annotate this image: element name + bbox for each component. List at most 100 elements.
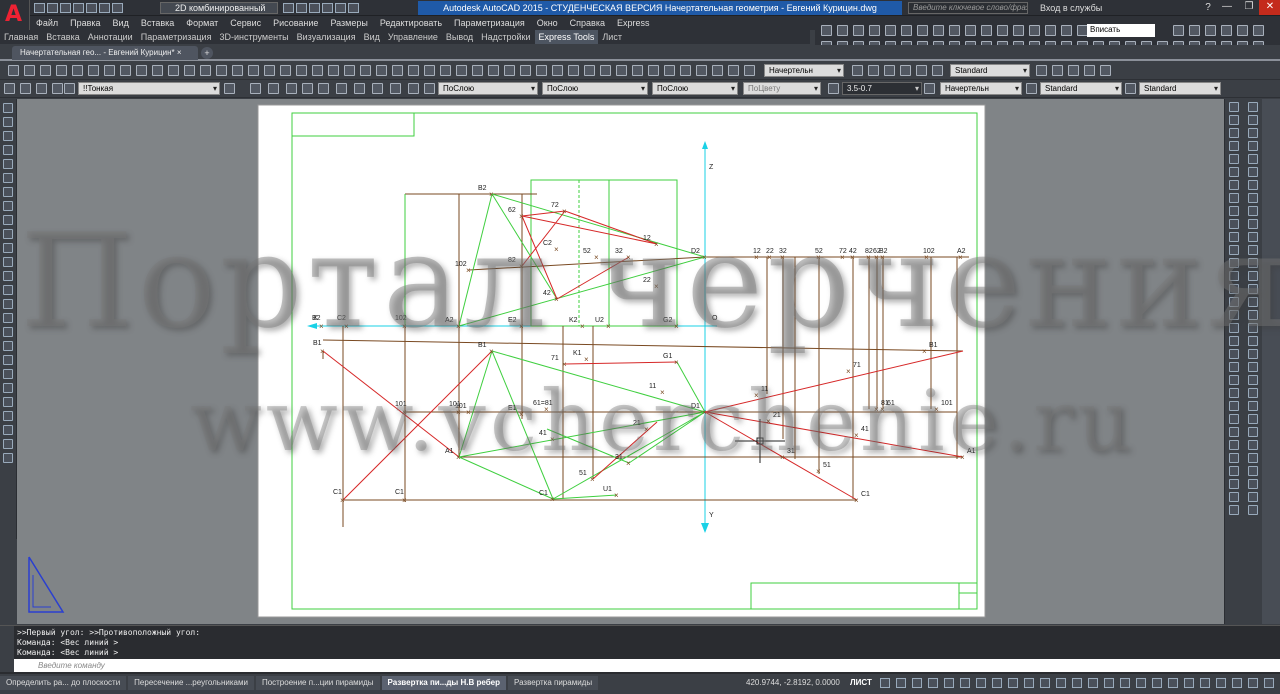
command-input[interactable]: Введите команду (14, 659, 1280, 672)
standard-tool-icon-38[interactable] (616, 65, 627, 76)
layer-tool-icon-19[interactable] (1026, 83, 1037, 94)
menu-item-9[interactable]: Параметризация (448, 16, 531, 30)
dim-tool-icon-1[interactable] (1248, 115, 1258, 125)
status-icon-21[interactable] (1216, 678, 1226, 688)
modify-tool-icon-31[interactable] (1229, 505, 1239, 515)
layer-tool-icon-5[interactable] (224, 83, 235, 94)
draw-tool-icon-17[interactable] (3, 341, 13, 351)
ribbon-tab-0[interactable]: Главная (0, 30, 42, 44)
view-tool-icon-0-4[interactable] (885, 25, 896, 36)
draw-tool-icon-25[interactable] (3, 453, 13, 463)
view-tool-icon-0-1[interactable] (837, 25, 848, 36)
layer-tool-icon-6[interactable] (250, 83, 261, 94)
dim-tool-icon-4[interactable] (1248, 154, 1258, 164)
modify-tool-icon-1[interactable] (1229, 115, 1239, 125)
ribbon-tab-11[interactable]: Лист (598, 30, 626, 44)
status-icon-5[interactable] (960, 678, 970, 688)
draw-tool-icon-15[interactable] (3, 313, 13, 323)
standard-tool-icon-4[interactable] (72, 65, 83, 76)
text-style-dropdown-2[interactable]: Начертельн (940, 82, 1022, 95)
standard-tool-icon-2[interactable] (40, 65, 51, 76)
close-tab-icon[interactable]: × (177, 48, 182, 57)
standard-tool-icon-42[interactable] (680, 65, 691, 76)
standard-tool-icon-36[interactable] (584, 65, 595, 76)
print-icon[interactable] (86, 3, 97, 13)
standard-tool-icon-27[interactable] (440, 65, 451, 76)
menu-item-2[interactable]: Вид (107, 16, 135, 30)
standard-tool-icon-3[interactable] (56, 65, 67, 76)
layer-tool-icon-1[interactable] (20, 83, 31, 94)
modify-tool-icon-29[interactable] (1229, 479, 1239, 489)
view-tool-icon-0-7[interactable] (933, 25, 944, 36)
status-icon-9[interactable] (1024, 678, 1034, 688)
ribbon-tab-5[interactable]: Визуализация (293, 30, 360, 44)
status-icon-0[interactable] (880, 678, 890, 688)
standard-tool-icon-48[interactable] (868, 65, 879, 76)
view-tool-icon-0-9[interactable] (965, 25, 976, 36)
save-icon[interactable] (60, 3, 71, 13)
layer-tool-icon-8[interactable] (286, 83, 297, 94)
status-icon-4[interactable] (944, 678, 954, 688)
layer-tool-icon-9[interactable] (302, 83, 313, 94)
standard-tool-icon-40[interactable] (648, 65, 659, 76)
dim-tool-icon-22[interactable] (1248, 388, 1258, 398)
redo-icon[interactable] (112, 3, 123, 13)
modify-tool-icon-2[interactable] (1229, 128, 1239, 138)
draw-tool-icon-2[interactable] (3, 131, 13, 141)
status-icon-15[interactable] (1120, 678, 1130, 688)
standard-tool-icon-32[interactable] (520, 65, 531, 76)
new-tab-button[interactable]: + (201, 47, 213, 59)
dim-tool-icon-3[interactable] (1248, 141, 1258, 151)
menu-item-0[interactable]: Файл (30, 16, 64, 30)
new-icon[interactable] (34, 3, 45, 13)
document-tab[interactable]: Начертательная гео... - Евгений Курицин*… (12, 46, 198, 60)
standard-tool-icon-19[interactable] (312, 65, 323, 76)
status-icon-18[interactable] (1168, 678, 1178, 688)
standard-tool-icon-16[interactable] (264, 65, 275, 76)
standard-tool-icon-37[interactable] (600, 65, 611, 76)
draw-tool-icon-6[interactable] (3, 187, 13, 197)
standard-tool-icon-35[interactable] (568, 65, 579, 76)
standard-tool-icon-39[interactable] (632, 65, 643, 76)
layer-tool-icon-15[interactable] (408, 83, 419, 94)
modify-tool-icon-25[interactable] (1229, 427, 1239, 437)
dim-tool-icon-29[interactable] (1248, 479, 1258, 489)
autocad-logo-button[interactable]: A (0, 0, 30, 31)
standard-tool-icon-18[interactable] (296, 65, 307, 76)
standard-tool-icon-10[interactable] (168, 65, 179, 76)
menu-item-8[interactable]: Редактировать (374, 16, 448, 30)
ribbon-tab-4[interactable]: 3D-инструменты (215, 30, 292, 44)
undo-icon[interactable] (99, 3, 110, 13)
text-style-dropdown[interactable]: Начертельн (764, 64, 844, 77)
draw-tool-icon-9[interactable] (3, 229, 13, 239)
modify-tool-icon-21[interactable] (1229, 375, 1239, 385)
ribbon-tab-7[interactable]: Управление (384, 30, 442, 44)
dim-tool-icon-0[interactable] (1248, 102, 1258, 112)
share-icon[interactable] (322, 3, 333, 13)
status-icon-12[interactable] (1072, 678, 1082, 688)
layer-tool-icon-18[interactable] (924, 83, 935, 94)
layer-tool-icon-7[interactable] (268, 83, 279, 94)
view-tool-icon-0-27[interactable] (1253, 25, 1264, 36)
modify-tool-icon-26[interactable] (1229, 440, 1239, 450)
standard-tool-icon-28[interactable] (456, 65, 467, 76)
standard-tool-icon-44[interactable] (712, 65, 723, 76)
save-as-icon[interactable] (73, 3, 84, 13)
draw-tool-icon-13[interactable] (3, 285, 13, 295)
table-style-dropdown[interactable]: Standard (1139, 82, 1221, 95)
layer-tool-icon-16[interactable] (424, 83, 435, 94)
draw-tool-icon-11[interactable] (3, 257, 13, 267)
modify-tool-icon-3[interactable] (1229, 141, 1239, 151)
standard-tool-icon-11[interactable] (184, 65, 195, 76)
signin-button[interactable]: Вход в службы (1040, 2, 1130, 14)
standard-tool-icon-25[interactable] (408, 65, 419, 76)
view-tool-icon-0-12[interactable] (1013, 25, 1024, 36)
space-toggle[interactable]: ЛИСТ (850, 678, 872, 687)
menu-item-4[interactable]: Формат (180, 16, 224, 30)
dim-tool-icon-27[interactable] (1248, 453, 1258, 463)
dim-tool-icon-30[interactable] (1248, 492, 1258, 502)
standard-tool-icon-41[interactable] (664, 65, 675, 76)
standard-tool-icon-45[interactable] (728, 65, 739, 76)
draw-tool-icon-1[interactable] (3, 117, 13, 127)
menu-item-5[interactable]: Сервис (224, 16, 267, 30)
